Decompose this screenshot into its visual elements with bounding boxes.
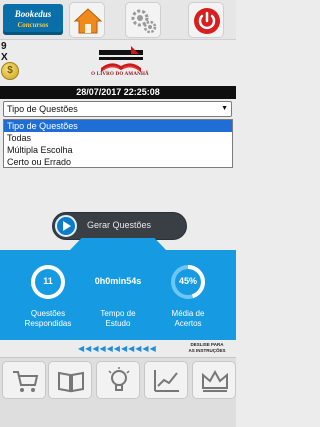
statistics-button[interactable] xyxy=(144,361,188,399)
datetime-bar: 28/07/2017 22:25:08 xyxy=(0,86,236,99)
coin-icon[interactable]: $ xyxy=(1,62,19,80)
lightbulb-icon xyxy=(108,367,130,391)
cart-button[interactable] xyxy=(2,361,46,399)
study-time-value: 0h0min54s xyxy=(94,276,142,286)
question-type-select[interactable]: Tipo de Questões ▼ xyxy=(3,101,232,117)
pager-arrow-icon: ◀ xyxy=(120,344,128,353)
brand-caption: O LIVRO DO AMANHÃ xyxy=(91,72,149,77)
coin-symbol: $ xyxy=(7,65,13,76)
home-icon xyxy=(73,8,103,34)
pager-arrow-icon: ◀ xyxy=(99,344,106,353)
option-tipo-de-questoes[interactable]: Tipo de Questões xyxy=(4,120,232,132)
tips-button[interactable] xyxy=(96,361,140,399)
power-button[interactable] xyxy=(188,2,224,38)
pager-arrow-icon: ◀ xyxy=(92,344,99,353)
pager-arrow-icon: ◀ xyxy=(135,344,142,353)
settings-button[interactable] xyxy=(125,2,161,38)
option-certo-ou-errado[interactable]: Certo ou Errado xyxy=(4,156,232,168)
slide-instructions-hint: DESLISE PARA AS INSTRUÇÕES xyxy=(188,342,226,353)
pager-strip: ◀ ◀ ◀ ◀ ◀ ◀ ◀ ◀ ◀ ◀ ◀ DESLISE PARA AS INSTRUÇÕE… xyxy=(0,342,236,356)
crown-icon xyxy=(202,369,228,392)
option-todas[interactable]: Todas xyxy=(4,132,232,144)
answered-label: Questões Respondidas xyxy=(24,309,72,328)
question-type-options: Tipo de Questões Todas Múltipla Escolha … xyxy=(3,119,233,168)
pager-arrow-icon: ◀ xyxy=(106,344,113,353)
stats-panel: 11 Questões Respondidas 0h0min54s Tempo … xyxy=(0,250,236,340)
study-time-label: Tempo de Estudo xyxy=(100,309,136,328)
home-button[interactable] xyxy=(69,2,105,38)
bookedus-logo: Bookedus Concursos xyxy=(3,4,63,35)
pager-arrow-icon: ◀ xyxy=(149,344,156,353)
option-multipla-escolha[interactable]: Múltipla Escolha xyxy=(4,144,232,156)
gear-icon xyxy=(131,9,157,34)
bottom-toolbar xyxy=(0,357,236,427)
pager-arrow-icon: ◀ xyxy=(128,344,135,353)
top-bar: Bookedus Concursos xyxy=(0,0,236,40)
accuracy-value: 45% xyxy=(178,276,197,286)
dropdown-arrow-icon: ▼ xyxy=(221,105,228,112)
premium-button[interactable] xyxy=(192,361,236,399)
pager-arrow-icon: ◀ xyxy=(142,344,149,353)
generate-questions-button[interactable]: Gerar Questões xyxy=(52,212,187,240)
chart-icon xyxy=(154,370,179,392)
books-button[interactable] xyxy=(48,361,92,399)
accuracy-label: Média de Acertos xyxy=(171,309,205,328)
answered-count: 11 xyxy=(43,276,53,286)
cart-icon xyxy=(13,371,39,392)
power-icon xyxy=(194,8,220,34)
play-icon xyxy=(55,215,77,237)
logo-subtitle: Concursos xyxy=(17,21,49,29)
logo-title: Bookedus xyxy=(14,9,52,19)
generate-questions-label: Gerar Questões xyxy=(87,220,152,230)
pager-arrows[interactable]: ◀ ◀ ◀ ◀ ◀ ◀ ◀ ◀ ◀ ◀ ◀ xyxy=(78,344,156,354)
select-value: Tipo de Questões xyxy=(7,104,78,114)
pager-arrow-icon: ◀ xyxy=(113,344,120,353)
lives-counter: 9 xyxy=(1,41,7,52)
book-icon xyxy=(58,371,84,393)
pager-arrow-icon: ◀ xyxy=(85,344,92,353)
pager-arrow-icon: ◀ xyxy=(78,344,85,353)
